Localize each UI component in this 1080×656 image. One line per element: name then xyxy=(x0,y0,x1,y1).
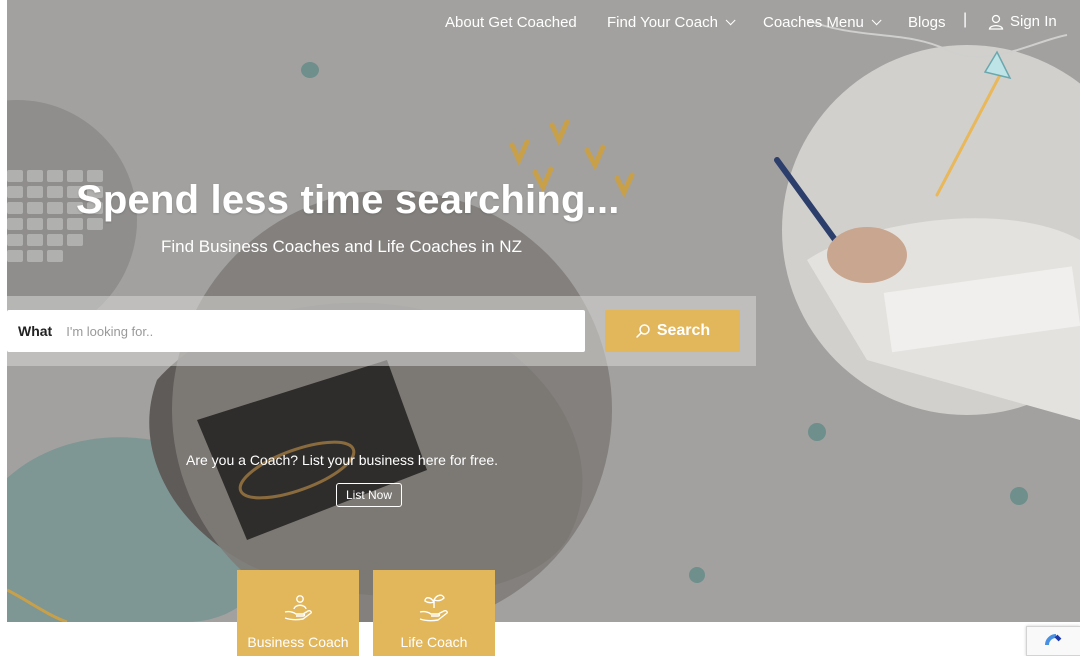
nav-separator: | xyxy=(963,11,968,28)
hand-plant-icon xyxy=(419,594,448,622)
category-label: Business Coach xyxy=(247,634,349,650)
chevron-down-icon xyxy=(725,15,736,26)
coach-cta-text: Are you a Coach? List your business here… xyxy=(186,452,499,468)
category-label: Life Coach xyxy=(400,634,468,650)
nav-about-label: About Get Coached xyxy=(445,14,577,31)
sign-in-link[interactable]: Sign In xyxy=(988,13,1057,30)
page: About Get Coached Find Your Coach Coache… xyxy=(0,0,1080,656)
nav-coaches-menu-dropdown[interactable]: Coaches Menu xyxy=(763,14,882,31)
nav-about-link[interactable]: About Get Coached xyxy=(445,14,577,31)
search-button[interactable]: Search xyxy=(605,310,740,352)
search-label: What xyxy=(18,323,53,339)
category-card-life-coach[interactable]: Life Coach xyxy=(373,570,495,656)
list-now-button[interactable]: List Now xyxy=(336,483,403,507)
hero-headline: Spend less time searching... xyxy=(76,178,620,222)
hand-person-icon xyxy=(284,595,312,621)
nav-coaches-menu-label: Coaches Menu xyxy=(763,14,864,31)
hero-subheadline: Find Business Coaches and Life Coaches i… xyxy=(161,237,522,256)
search-field-wrapper: What xyxy=(7,310,585,352)
nav-blogs-label: Blogs xyxy=(908,14,946,31)
search-button-label: Search xyxy=(656,322,711,339)
recaptcha-icon xyxy=(1045,634,1062,646)
user-icon xyxy=(988,14,1004,30)
nav-find-coach-label: Find Your Coach xyxy=(607,14,718,31)
category-card-business-coach[interactable]: Business Coach xyxy=(237,570,359,656)
nav-blogs-link[interactable]: Blogs xyxy=(908,14,946,31)
search-input[interactable] xyxy=(66,323,547,339)
sign-in-label: Sign In xyxy=(1010,13,1057,30)
chevron-down-icon xyxy=(871,15,882,26)
top-navigation: About Get Coached Find Your Coach Coache… xyxy=(0,0,1080,44)
list-now-label: List Now xyxy=(346,488,393,502)
recaptcha-badge[interactable] xyxy=(1026,626,1080,656)
nav-find-coach-dropdown[interactable]: Find Your Coach xyxy=(607,14,736,31)
search-icon xyxy=(636,324,650,338)
